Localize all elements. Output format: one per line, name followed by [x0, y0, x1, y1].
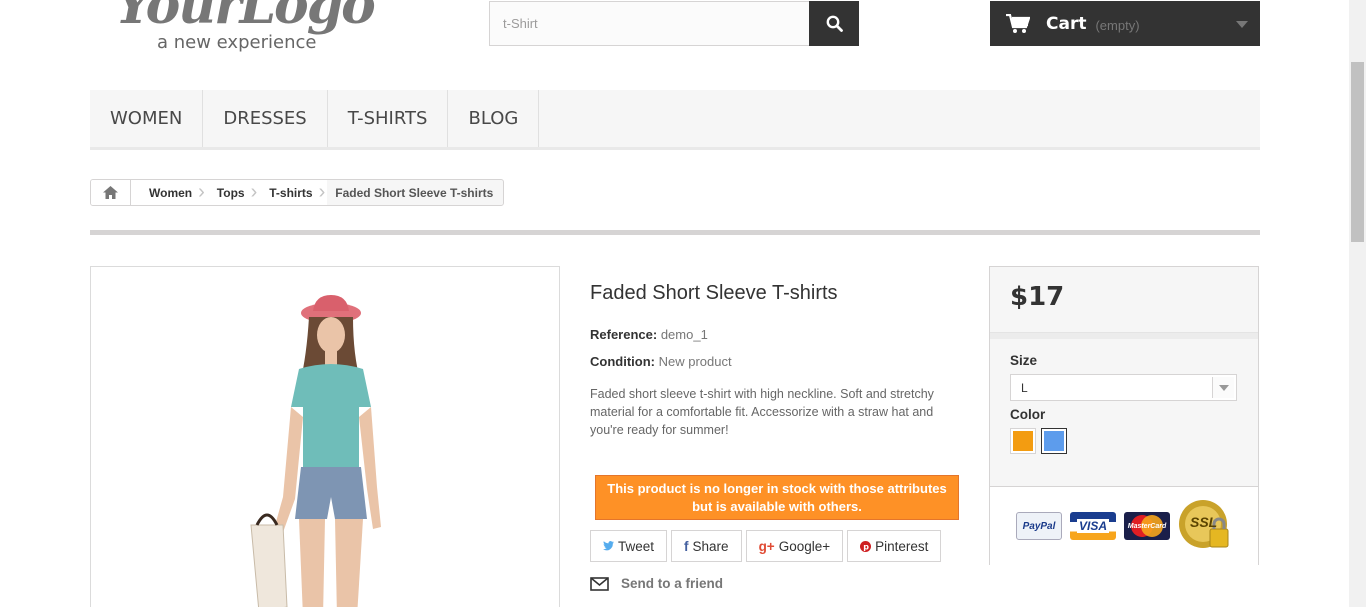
logo-tagline: a new experience [157, 32, 317, 53]
product-attributes: Size L Color [990, 333, 1258, 485]
search-input[interactable] [489, 1, 809, 46]
product-reference: Reference: demo_1 [590, 327, 960, 342]
breadcrumb-separator: › [250, 181, 258, 203]
search-button[interactable] [809, 1, 859, 46]
send-to-friend-link[interactable]: Send to a friend [590, 576, 723, 591]
condition-label: Condition: [590, 354, 655, 369]
swatch-fill [1013, 431, 1033, 451]
breadcrumb-item-tshirts[interactable]: T-shirts [251, 180, 327, 205]
reference-value: demo_1 [660, 327, 708, 342]
product-info: Faded Short Sleeve T-shirts Reference: d… [590, 282, 960, 439]
chevron-down-icon[interactable] [1212, 377, 1234, 398]
product-description: Faded short sleeve t-shirt with high nec… [590, 387, 934, 437]
facebook-icon: f [684, 538, 689, 554]
home-icon [103, 186, 118, 199]
main-menu: WOMEN DRESSES T-SHIRTS BLOG [90, 90, 1260, 150]
size-label: Size [1010, 353, 1038, 368]
paypal-logo: PayPal [1016, 512, 1062, 540]
visa-logo: VISA [1070, 512, 1116, 540]
payment-logos: PayPal VISA MasterCard SSL [990, 486, 1258, 565]
menu-item-tshirts[interactable]: T-SHIRTS [328, 90, 449, 147]
tweet-button[interactable]: Tweet [590, 530, 668, 562]
svg-text:p: p [863, 542, 869, 551]
google-plus-icon: g+ [758, 538, 775, 554]
cart-status: (empty) [1095, 17, 1140, 33]
pinterest-icon: p [860, 540, 872, 552]
reference-label: Reference: [590, 327, 658, 342]
price-area: $17 [990, 267, 1258, 333]
product-title: Faded Short Sleeve T-shirts [590, 282, 838, 304]
cart-icon [1006, 13, 1030, 33]
breadcrumb-separator: › [198, 181, 205, 203]
site-logo[interactable]: YourLogo a new experience [115, 0, 405, 58]
social-buttons: Tweet f Share g+ Google+ p Pinterest [590, 530, 942, 562]
color-swatch-blue[interactable] [1041, 428, 1067, 454]
chevron-down-icon[interactable] [1236, 21, 1248, 28]
scrollbar-thumb[interactable] [1351, 62, 1364, 242]
menu-item-women[interactable]: WOMEN [90, 90, 204, 147]
color-label: Color [1010, 407, 1046, 422]
divider [90, 230, 1260, 235]
color-swatches [1010, 428, 1238, 454]
pinterest-button[interactable]: p Pinterest [847, 530, 942, 562]
breadcrumb: Women › Tops › T-shirts › Faded Short Sl… [90, 179, 505, 206]
mastercard-logo: MasterCard [1124, 512, 1170, 540]
send-to-friend-label: Send to a friend [621, 576, 724, 591]
menu-item-blog[interactable]: BLOG [448, 90, 540, 147]
buy-box: $17 Size L Color PayPal VISA MasterCard … [989, 266, 1259, 565]
product-price: $17 [1010, 282, 1065, 312]
size-select[interactable]: L [1010, 374, 1237, 401]
breadcrumb-home[interactable] [91, 180, 131, 205]
cart-button[interactable]: Cart (empty) [990, 1, 1260, 46]
menu-item-dresses[interactable]: DRESSES [203, 90, 328, 147]
size-value: L [1021, 380, 1028, 395]
share-label: Share [692, 538, 729, 554]
tweet-label: Tweet [618, 538, 655, 554]
page-scrollbar[interactable] [1349, 0, 1366, 607]
share-button[interactable]: f Share [671, 530, 742, 562]
google-plus-label: Google+ [778, 538, 831, 554]
twitter-icon [603, 541, 614, 551]
color-swatch-orange[interactable] [1010, 428, 1036, 454]
swatch-fill [1044, 431, 1064, 451]
product-image[interactable] [90, 266, 560, 607]
cart-label: Cart [1046, 13, 1087, 34]
breadcrumb-item-women[interactable]: Women [131, 180, 207, 205]
google-plus-button[interactable]: g+ Google+ [745, 530, 844, 562]
breadcrumb-separator: › [318, 181, 326, 203]
stock-alert: This product is no longer in stock with … [595, 475, 959, 520]
product-condition: Condition: New product [590, 354, 960, 369]
breadcrumb-current: Faded Short Sleeve T-shirts [335, 185, 494, 200]
envelope-icon [590, 576, 609, 591]
search-icon [826, 15, 843, 32]
ssl-badge: SSL [1178, 499, 1232, 553]
condition-value: New product [658, 354, 732, 369]
ssl-label: SSL [1190, 514, 1218, 530]
search-bar [489, 1, 859, 46]
pinterest-label: Pinterest [875, 538, 929, 554]
product-photo [91, 267, 559, 607]
logo-text: YourLogo [115, 0, 376, 36]
